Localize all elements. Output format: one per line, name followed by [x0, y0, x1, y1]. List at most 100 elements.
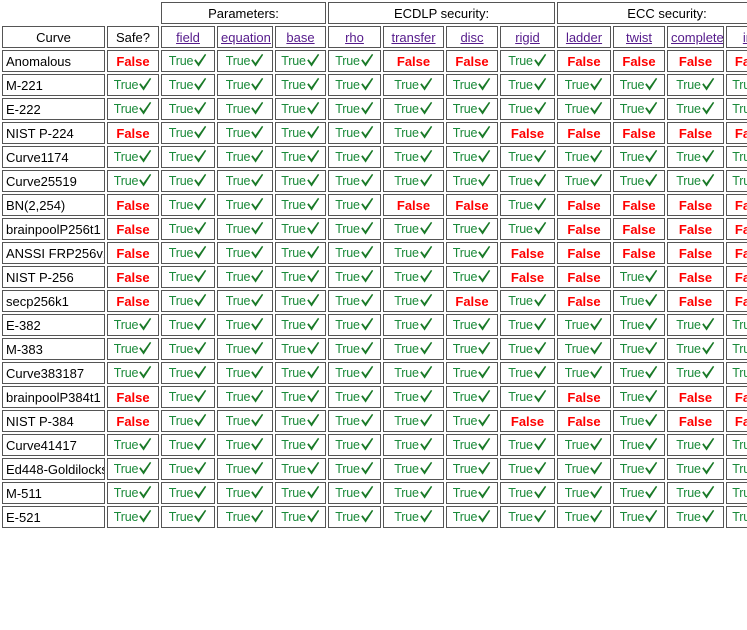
cell-value: True: [169, 101, 207, 117]
column-header-twist[interactable]: twist: [613, 26, 666, 48]
curve-name-cell: secp256k1: [2, 290, 105, 312]
cell-ind-false: False: [726, 50, 747, 72]
cell-equation-true: True: [217, 386, 273, 408]
column-header-link-field[interactable]: field: [176, 30, 200, 45]
cell-complete-true: True: [667, 74, 725, 96]
check-icon: [250, 269, 264, 284]
cell-complete-false: False: [667, 218, 725, 240]
column-header-base[interactable]: base: [275, 26, 326, 48]
value-true-label: True: [452, 102, 478, 116]
value-false-label: False: [510, 245, 545, 261]
cell-transfer-true: True: [383, 362, 444, 384]
value-true-label: True: [168, 438, 194, 452]
column-header-field[interactable]: field: [161, 26, 215, 48]
cell-value: True: [394, 413, 432, 429]
column-header-link-rho[interactable]: rho: [345, 30, 364, 45]
column-header-link-equation[interactable]: equation: [221, 30, 271, 45]
cell-ind-false: False: [726, 122, 747, 144]
column-header-link-ind[interactable]: ind: [743, 30, 747, 45]
value-false-label: False: [734, 293, 747, 309]
column-header-transfer[interactable]: transfer: [383, 26, 444, 48]
value-true-label: True: [619, 486, 645, 500]
value-true-label: True: [335, 270, 360, 284]
column-header-complete[interactable]: complete: [667, 26, 725, 48]
cell-value: True: [281, 149, 319, 165]
cell-value: True: [226, 173, 264, 189]
column-header-ladder[interactable]: ladder: [557, 26, 612, 48]
column-header-link-twist[interactable]: twist: [626, 30, 652, 45]
value-true-label: True: [394, 438, 419, 452]
cell-safe--false: False: [107, 122, 159, 144]
cell-ladder-false: False: [557, 194, 612, 216]
column-header-rigid[interactable]: rigid: [500, 26, 556, 48]
check-icon: [250, 509, 264, 524]
check-icon: [419, 365, 433, 380]
check-icon: [644, 461, 658, 476]
check-icon: [533, 461, 547, 476]
cell-value: False: [116, 390, 149, 405]
cell-value: True: [169, 389, 207, 405]
check-icon: [589, 149, 603, 164]
cell-value: True: [453, 101, 491, 117]
value-false-label: False: [567, 125, 601, 141]
cell-value: True: [394, 293, 432, 309]
cell-rigid-true: True: [500, 170, 556, 192]
check-icon: [306, 197, 320, 212]
cell-safe--true: True: [107, 98, 159, 120]
cell-rigid-true: True: [500, 146, 556, 168]
value-true-label: True: [113, 438, 139, 452]
value-true-label: True: [619, 342, 645, 356]
column-header-rho[interactable]: rho: [328, 26, 381, 48]
cell-value: False: [511, 246, 544, 261]
value-true-label: True: [676, 150, 701, 164]
column-header-link-rigid[interactable]: rigid: [515, 30, 540, 45]
column-header-link-disc[interactable]: disc: [460, 30, 483, 45]
check-icon: [360, 509, 374, 524]
cell-value: True: [226, 197, 264, 213]
value-true-label: True: [281, 462, 306, 476]
column-header-equation[interactable]: equation: [217, 26, 273, 48]
column-header-disc[interactable]: disc: [446, 26, 498, 48]
value-true-label: True: [113, 150, 139, 164]
value-true-label: True: [281, 102, 306, 116]
cell-value: True: [453, 509, 491, 525]
cell-value: False: [116, 246, 149, 261]
cell-equation-true: True: [217, 314, 273, 336]
value-true-label: True: [168, 462, 194, 476]
cell-value: False: [735, 246, 747, 261]
cell-value: False: [455, 54, 488, 69]
cell-value: False: [622, 246, 655, 261]
check-icon: [250, 77, 264, 92]
cell-value: True: [335, 125, 373, 141]
column-header-link-base[interactable]: base: [286, 30, 314, 45]
value-true-label: True: [452, 438, 478, 452]
cell-ladder-false: False: [557, 218, 612, 240]
cell-base-true: True: [275, 434, 326, 456]
value-false-label: False: [678, 221, 713, 237]
check-icon: [701, 509, 715, 524]
check-icon: [193, 173, 207, 188]
cell-disc-true: True: [446, 98, 498, 120]
value-true-label: True: [225, 174, 251, 188]
value-true-label: True: [564, 150, 590, 164]
cell-twist-true: True: [613, 314, 666, 336]
column-header-link-ladder[interactable]: ladder: [566, 30, 602, 45]
column-header-link-complete[interactable]: complete: [671, 30, 723, 45]
check-icon: [477, 101, 491, 116]
value-false-label: False: [678, 293, 713, 309]
check-icon: [477, 125, 491, 140]
check-icon: [250, 221, 264, 236]
cell-transfer-true: True: [383, 242, 444, 264]
value-true-label: True: [168, 486, 194, 500]
value-true-label: True: [394, 462, 419, 476]
check-icon: [701, 173, 715, 188]
check-icon: [477, 509, 491, 524]
column-header-link-transfer[interactable]: transfer: [391, 30, 435, 45]
check-icon: [193, 437, 207, 452]
cell-rho-true: True: [328, 458, 381, 480]
value-true-label: True: [335, 174, 360, 188]
cell-complete-true: True: [667, 170, 725, 192]
value-false-label: False: [734, 269, 747, 285]
check-icon: [138, 485, 152, 500]
column-header-ind[interactable]: ind: [726, 26, 747, 48]
